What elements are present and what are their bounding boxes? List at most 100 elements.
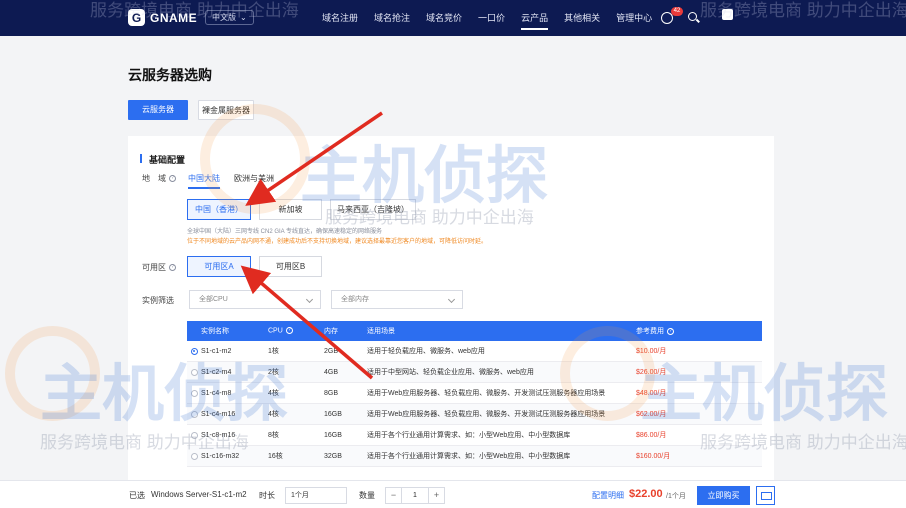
zone-option-b[interactable]: 可用区B bbox=[259, 256, 322, 277]
table-header: 实例名称 CPU? 内存 适用场景 参考费用? bbox=[187, 321, 762, 341]
region-tab-mainland-china[interactable]: 中国大陆 bbox=[188, 173, 220, 189]
instance-cpu: 16核 bbox=[268, 453, 283, 460]
section-title: 基础配置 bbox=[140, 153, 185, 166]
instance-cpu: 4核 bbox=[268, 390, 279, 397]
col-header-usage: 适用场景 bbox=[367, 328, 395, 335]
table-row[interactable]: S1-c2-m4 2核 4GB 适用于中型网站、轻负载企业应用、微服务、web应… bbox=[187, 362, 762, 383]
purchase-bar: 已选 Windows Server-S1-c1-m2 时长 1个月 数量 − 1… bbox=[0, 480, 906, 508]
instance-cpu: 4核 bbox=[268, 411, 279, 418]
table-row[interactable]: S1-c1-m2 1核 2GB 适用于轻负载应用、微服务、web应用 $10.0… bbox=[187, 341, 762, 362]
tab-cloud-server[interactable]: 云服务器 bbox=[128, 100, 188, 120]
instance-name: S1-c2-m4 bbox=[201, 368, 232, 376]
nav-item-domain-auction[interactable]: 域名竞价 bbox=[426, 0, 462, 36]
instance-cpu: 1核 bbox=[268, 348, 279, 355]
help-icon[interactable]: ? bbox=[169, 264, 176, 272]
radio[interactable] bbox=[190, 410, 198, 418]
quantity-label: 数量 bbox=[359, 491, 375, 500]
radio[interactable] bbox=[190, 368, 198, 376]
nav-item-fixed-price[interactable]: 一口价 bbox=[478, 0, 505, 36]
watermark-logo-circle bbox=[5, 326, 100, 421]
instance-memory: 2GB bbox=[324, 347, 339, 355]
buy-now-button[interactable]: 立即购买 bbox=[697, 486, 750, 505]
radio[interactable] bbox=[190, 431, 198, 439]
table-row[interactable]: S1-c4-m16 4核 16GB 适用于Web应用服务器、轻负载应用、微服务、… bbox=[187, 404, 762, 425]
zone-option-a[interactable]: 可用区A bbox=[187, 256, 251, 277]
region-label: 地 域? bbox=[142, 173, 176, 184]
region-label-text: 地 域 bbox=[142, 174, 166, 183]
logo[interactable]: G GNAME bbox=[128, 9, 197, 26]
instance-memory: 4GB bbox=[324, 368, 339, 376]
region-option-hongkong[interactable]: 中国（香港） bbox=[187, 199, 251, 220]
filter-label: 实例筛选 bbox=[142, 296, 174, 305]
nav-item-management[interactable]: 管理中心 bbox=[616, 0, 652, 36]
col-header-price-text: 参考费用 bbox=[636, 328, 664, 335]
main-nav: 域名注册 域名抢注 域名竞价 一口价 云产品 其他相关 管理中心 bbox=[322, 0, 668, 36]
instance-price: $48.00/月 bbox=[636, 390, 667, 397]
instance-usage: 适用于各个行业通用计算需求、如：小型Web应用、中小型数据库 bbox=[367, 432, 571, 439]
col-header-memory: 内存 bbox=[324, 328, 338, 335]
col-header-cpu-text: CPU bbox=[268, 327, 283, 335]
language-select[interactable]: 中文版 ⌄ bbox=[205, 10, 254, 25]
nav-item-cloud-products[interactable]: 云产品 bbox=[521, 0, 549, 36]
chevron-down-icon: ⌄ bbox=[240, 13, 247, 22]
region-tab-europe-americas[interactable]: 欧洲与美洲 bbox=[234, 173, 274, 187]
instance-usage: 适用于Web应用服务器、轻负载应用、微服务、开发测试压测服务器应用场景 bbox=[367, 411, 606, 418]
instance-table: 实例名称 CPU? 内存 适用场景 参考费用? S1-c1-m2 1核 2GB … bbox=[187, 321, 762, 467]
language-label: 中文版 bbox=[212, 13, 236, 22]
instance-name: S1-c1-m2 bbox=[201, 347, 232, 355]
quantity-increment-button[interactable]: + bbox=[428, 487, 445, 504]
instance-price: $10.00/月 bbox=[636, 348, 667, 355]
zone-label: 可用区? bbox=[142, 262, 176, 273]
memory-filter-select[interactable]: 全部内存 bbox=[331, 290, 463, 309]
instance-price: $160.00/月 bbox=[636, 453, 671, 460]
region-option-singapore[interactable]: 新加坡 bbox=[259, 199, 322, 220]
instance-usage: 适用于轻负载应用、微服务、web应用 bbox=[367, 348, 485, 355]
add-to-cart-button[interactable] bbox=[756, 486, 775, 505]
instance-price: $62.00/月 bbox=[636, 411, 667, 418]
top-navigation-bar: G GNAME 中文版 ⌄ 域名注册 域名抢注 域名竞价 一口价 云产品 其他相… bbox=[0, 0, 906, 36]
price-unit: /1个月 bbox=[666, 493, 686, 500]
instance-name: S1-c4-m16 bbox=[201, 410, 236, 418]
table-row[interactable]: S1-c8-m16 8核 16GB 适用于各个行业通用计算需求、如：小型Web应… bbox=[187, 425, 762, 446]
zone-label-text: 可用区 bbox=[142, 263, 166, 272]
instance-cpu: 8核 bbox=[268, 432, 279, 439]
instance-usage: 适用于各个行业通用计算需求、如：小型Web应用、中小型数据库 bbox=[367, 453, 571, 460]
notification-badge: 42 bbox=[671, 7, 683, 16]
col-header-name: 实例名称 bbox=[201, 328, 229, 335]
help-icon[interactable]: ? bbox=[667, 327, 674, 335]
instance-name: S1-c4-m8 bbox=[201, 389, 232, 397]
gname-logo-icon: G bbox=[128, 9, 145, 26]
region-warning: 位于不同地域的云产品内网不通，创建成功后不支持切换地域，建议选择最靠近您客户的地… bbox=[187, 239, 488, 245]
search-icon[interactable] bbox=[688, 12, 697, 21]
table-row[interactable]: S1-c4-m8 4核 8GB 适用于Web应用服务器、轻负载应用、微服务、开发… bbox=[187, 383, 762, 404]
cart-icon[interactable] bbox=[722, 9, 733, 20]
region-option-malaysia[interactable]: 马来西亚（吉隆坡） bbox=[330, 199, 416, 220]
nav-item-domain-snap[interactable]: 域名抢注 bbox=[374, 0, 410, 36]
table-row[interactable]: S1-c16-m32 16核 32GB 适用于各个行业通用计算需求、如：小型We… bbox=[187, 446, 762, 467]
config-detail-link[interactable]: 配置明细 bbox=[592, 490, 624, 501]
duration-select[interactable]: 1个月 bbox=[285, 487, 347, 504]
help-icon[interactable]: ? bbox=[285, 327, 293, 335]
quantity-decrement-button[interactable]: − bbox=[385, 487, 402, 504]
cpu-filter-select[interactable]: 全部CPU bbox=[189, 290, 321, 309]
radio-selected[interactable] bbox=[190, 347, 198, 355]
help-icon[interactable]: ? bbox=[169, 175, 176, 183]
duration-label: 时长 bbox=[259, 491, 275, 500]
radio[interactable] bbox=[190, 452, 198, 460]
radio[interactable] bbox=[190, 389, 198, 397]
page-title: 云服务器选购 bbox=[128, 67, 212, 83]
nav-item-other[interactable]: 其他相关 bbox=[564, 0, 600, 36]
selected-value: Windows Server-S1-c1-m2 bbox=[151, 490, 247, 499]
instance-name: S1-c16-m32 bbox=[201, 452, 240, 460]
config-card: 基础配置 地 域? 中国大陆 欧洲与美洲 中国（香港） 新加坡 马来西亚（吉隆坡… bbox=[128, 136, 774, 482]
instance-name: S1-c8-m16 bbox=[201, 431, 236, 439]
col-header-cpu: CPU? bbox=[268, 327, 324, 335]
instance-usage: 适用于中型网站、轻负载企业应用、微服务、web应用 bbox=[367, 369, 534, 376]
logo-text: GNAME bbox=[150, 10, 198, 25]
selected-label: 已选 bbox=[129, 491, 145, 500]
nav-item-domain-register[interactable]: 域名注册 bbox=[322, 0, 358, 36]
instance-memory: 8GB bbox=[324, 389, 339, 397]
quantity-value[interactable]: 1 bbox=[402, 487, 428, 504]
total-price: $22.00 bbox=[629, 488, 663, 500]
tab-bare-metal-server[interactable]: 裸金属服务器 bbox=[198, 100, 254, 120]
